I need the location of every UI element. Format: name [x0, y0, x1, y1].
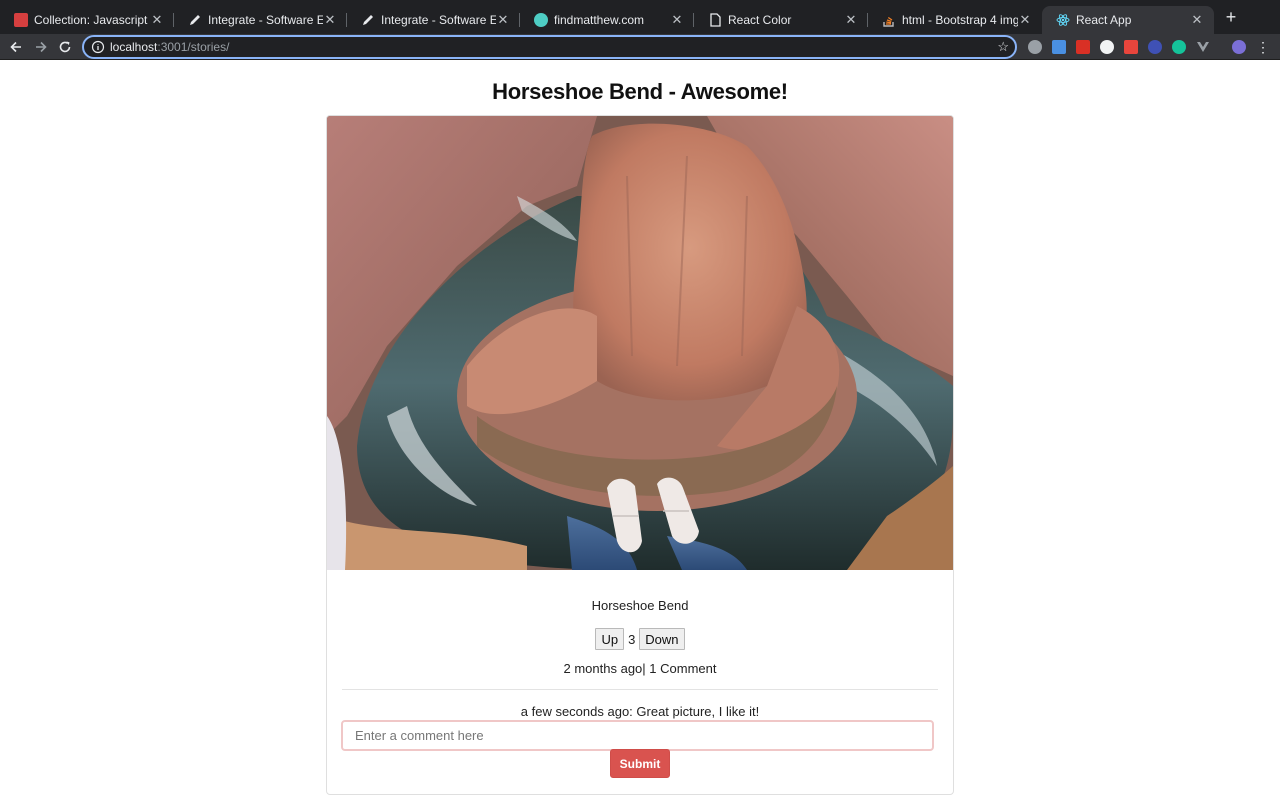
browser-tab[interactable]: Integrate - Software Enginee ✕: [347, 6, 520, 34]
wordpress-extension-icon[interactable]: [1028, 40, 1042, 54]
browser-tab-strip: Collection: Javascript | Code ✕ Integrat…: [0, 0, 1280, 34]
story-title: Horseshoe Bend - Awesome!: [492, 79, 788, 104]
circle-extension-icon[interactable]: [1100, 40, 1114, 54]
reload-icon: [59, 41, 71, 53]
code-extension-icon[interactable]: [1052, 40, 1066, 54]
arrow-right-icon: [36, 41, 47, 53]
more-menu-icon[interactable]: ⋮: [1256, 40, 1270, 54]
stackoverflow-icon: [882, 13, 896, 27]
tab-title: findmatthew.com: [554, 13, 645, 27]
submit-button[interactable]: Submit: [610, 749, 670, 778]
document-icon: [708, 13, 722, 27]
tab-title: Integrate - Software Enginee: [208, 13, 323, 27]
browser-tab[interactable]: findmatthew.com ✕: [520, 6, 694, 34]
address-bar[interactable]: localhost:3001/stories/ ☆: [82, 35, 1017, 59]
tab-title: html - Bootstrap 4 img-circle: [902, 13, 1018, 27]
new-tab-button[interactable]: +: [1222, 8, 1240, 26]
comment-text: a few seconds ago: Great picture, I like…: [520, 704, 760, 719]
forward-button[interactable]: [32, 38, 50, 56]
tools-extension-icon[interactable]: [1124, 40, 1138, 54]
close-icon[interactable]: ✕: [323, 12, 337, 28]
vue-extension-icon[interactable]: [1196, 40, 1210, 54]
back-button[interactable]: [7, 38, 25, 56]
reload-button[interactable]: [56, 38, 74, 56]
codepen-icon: [14, 13, 28, 27]
story-caption: Horseshoe Bend: [591, 598, 689, 613]
profile-avatar-icon[interactable]: [1232, 40, 1246, 54]
story-photo: [327, 116, 953, 570]
close-icon[interactable]: ✕: [150, 12, 164, 28]
tab-title: Integrate - Software Enginee: [381, 13, 496, 27]
close-icon[interactable]: ✕: [844, 12, 858, 28]
browser-toolbar: localhost:3001/stories/ ☆ ⋮: [0, 34, 1280, 60]
tab-title: React App: [1076, 13, 1132, 27]
url-text: localhost:3001/stories/: [110, 40, 230, 54]
close-icon[interactable]: ✕: [670, 12, 684, 28]
browser-tab-active[interactable]: React App ✕: [1042, 6, 1214, 34]
vote-score: 3: [628, 631, 636, 647]
close-icon[interactable]: ✕: [1190, 12, 1204, 28]
arrow-left-icon: [10, 41, 21, 53]
tab-title: React Color: [728, 13, 792, 27]
cbs-extension-icon[interactable]: [1076, 40, 1090, 54]
comment-input[interactable]: [341, 720, 934, 751]
browser-tab[interactable]: React Color ✕: [694, 6, 868, 34]
story-meta: 2 months ago| 1 Comment: [563, 661, 717, 676]
pen-icon: [188, 13, 202, 27]
browser-tab[interactable]: Collection: Javascript | Code ✕: [0, 6, 174, 34]
m-circle-icon: [534, 13, 548, 27]
page-content: Horseshoe Bend - Awesome! Horseshoe Bend…: [0, 61, 1280, 800]
browser-tab[interactable]: Integrate - Software Enginee ✕: [174, 6, 347, 34]
divider: [342, 689, 938, 690]
upvote-button[interactable]: Up: [595, 628, 625, 650]
downvote-button[interactable]: Down: [639, 628, 685, 650]
tab-title: Collection: Javascript | Code: [34, 13, 150, 27]
pen-icon: [361, 13, 375, 27]
browser-tab[interactable]: html - Bootstrap 4 img-circle ✕: [868, 6, 1042, 34]
info-icon: [91, 40, 105, 54]
close-icon[interactable]: ✕: [496, 12, 510, 28]
vote-controls: Up 3 Down: [327, 628, 953, 650]
network-extension-icon[interactable]: [1148, 40, 1162, 54]
close-icon[interactable]: ✕: [1018, 12, 1032, 28]
react-icon: [1056, 13, 1070, 27]
bookmark-star-icon[interactable]: ☆: [997, 39, 1009, 55]
grammarly-extension-icon[interactable]: [1172, 40, 1186, 54]
story-card: Horseshoe Bend Up 3 Down 2 months ago| 1…: [326, 115, 954, 795]
